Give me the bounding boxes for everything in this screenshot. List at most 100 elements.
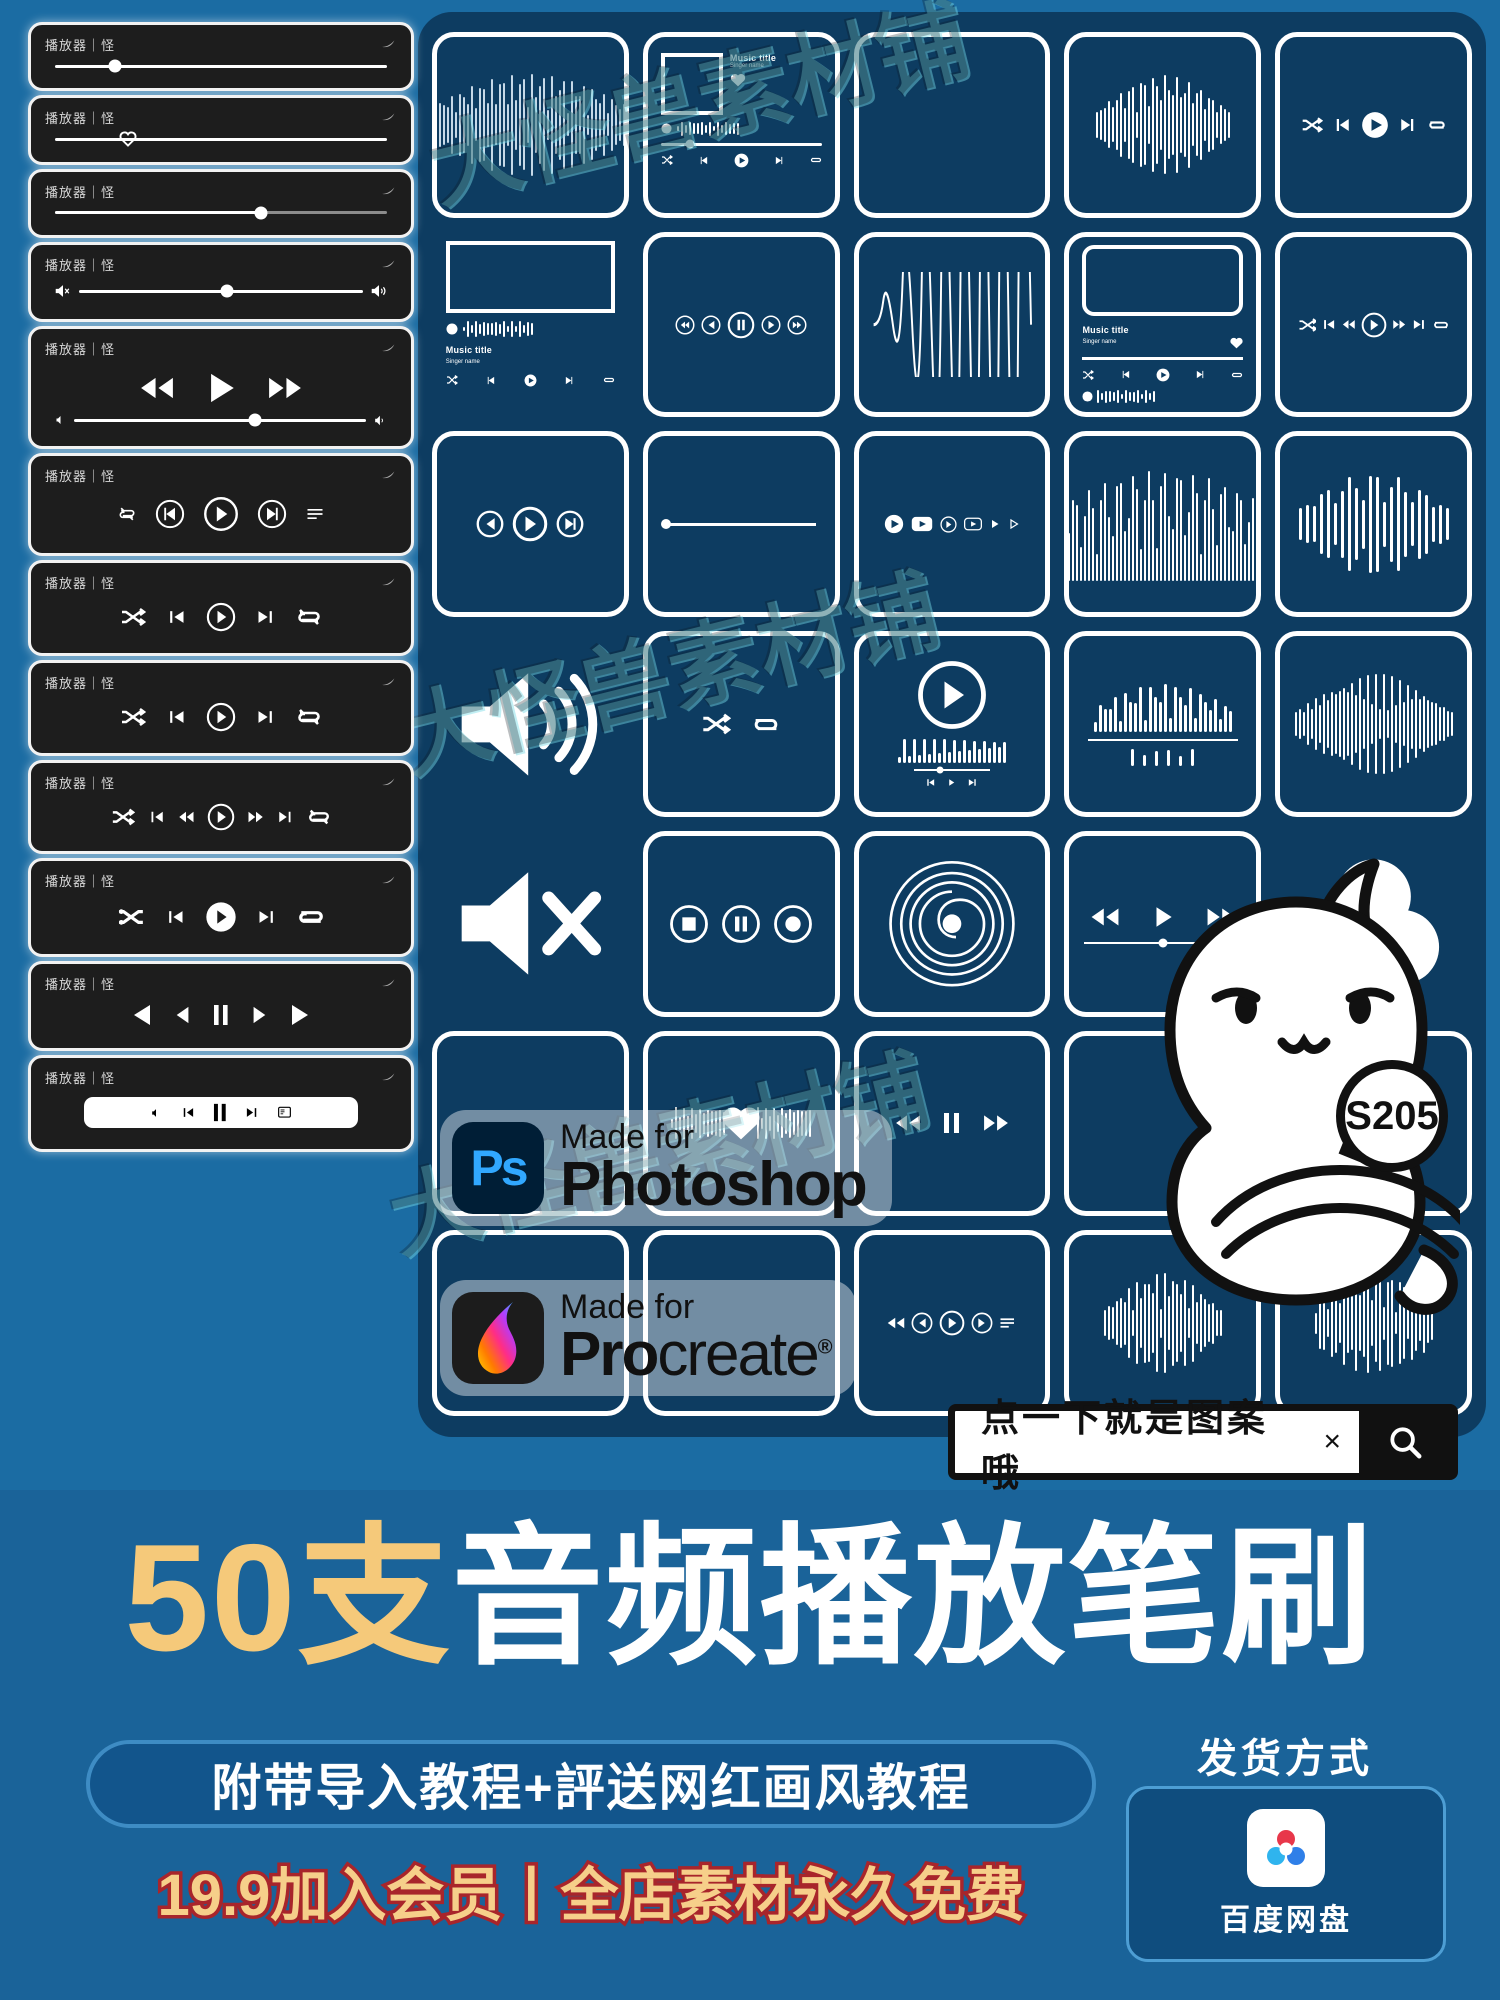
player-panel-circles[interactable]: 播放器｜怪 — [28, 453, 414, 556]
made-for-label: Made for — [560, 1288, 695, 1326]
play-circle-icon[interactable] — [205, 901, 237, 933]
playlist-icon[interactable] — [305, 504, 325, 524]
card-speaker-mute — [432, 831, 629, 1017]
rewind-icon[interactable] — [177, 808, 195, 826]
card-transport-circles-2 — [432, 431, 629, 618]
prev-circle-icon[interactable] — [155, 499, 185, 529]
note-icon — [381, 344, 395, 352]
play-circle-icon[interactable] — [206, 702, 236, 732]
mascot-speech-bubble: S205 — [1336, 1060, 1448, 1172]
next-icon[interactable] — [257, 907, 277, 927]
transport-controls[interactable] — [45, 602, 397, 632]
search-button[interactable] — [1359, 1411, 1451, 1473]
next-icon[interactable] — [245, 1105, 260, 1120]
prev-icon[interactable] — [165, 907, 185, 927]
player-panel-triangles[interactable]: 播放器｜怪 — [28, 960, 414, 1051]
next-icon — [566, 376, 573, 385]
prev-triangle-icon[interactable] — [131, 1003, 153, 1027]
player-panel-transport[interactable]: 播放器｜怪 — [28, 326, 414, 450]
next-triangle-icon[interactable] — [289, 1003, 311, 1027]
prev-icon[interactable] — [147, 808, 165, 826]
player-panel-full[interactable]: 播放器｜怪 — [28, 760, 414, 855]
shuffle-icon[interactable] — [117, 907, 145, 927]
transport-controls[interactable] — [45, 803, 397, 831]
prev-icon[interactable] — [166, 707, 186, 727]
next-icon[interactable] — [277, 808, 295, 826]
music-title: Music title — [1082, 324, 1129, 335]
player-panel-shuffle-2[interactable]: 播放器｜怪 — [28, 659, 414, 756]
volume-slider[interactable] — [45, 413, 397, 427]
repeat-icon — [1428, 121, 1445, 129]
transport-pill[interactable] — [83, 1097, 359, 1129]
play-circle-icon — [513, 507, 548, 542]
play-outline-icon — [1010, 519, 1019, 530]
play-circle-icon — [1156, 368, 1170, 382]
volume-slider[interactable] — [45, 284, 397, 298]
play-circle-icon[interactable] — [206, 602, 236, 632]
rewind-icon[interactable] — [136, 375, 178, 401]
player-panel-volume[interactable]: 播放器｜怪 — [28, 241, 414, 322]
search-icon — [1390, 1427, 1422, 1459]
pause-icon[interactable] — [213, 1103, 227, 1122]
play-circle-icon — [1361, 112, 1388, 138]
rewind-triangle-icon[interactable] — [175, 1006, 191, 1024]
progress-slider[interactable] — [45, 206, 397, 220]
card-record-play — [853, 631, 1051, 817]
next-icon[interactable] — [256, 707, 276, 727]
player-panel-filled[interactable]: 播放器｜怪 — [28, 858, 414, 957]
repeat-icon[interactable] — [307, 808, 331, 826]
transport-controls[interactable] — [45, 901, 397, 933]
player-label: 播放器｜怪 — [45, 874, 116, 890]
card-transport-circles — [642, 231, 840, 418]
note-icon — [381, 778, 395, 786]
shuffle-icon[interactable] — [120, 607, 146, 627]
player-panel-shuffle[interactable]: 播放器｜怪 — [28, 559, 414, 656]
prev-icon[interactable] — [180, 1105, 195, 1120]
forward-triangle-icon[interactable] — [251, 1006, 267, 1024]
repeat-icon[interactable] — [296, 707, 322, 727]
heart-icon — [119, 131, 137, 148]
forward-icon[interactable] — [264, 375, 306, 401]
shuffle-icon[interactable] — [111, 808, 135, 826]
transport-controls[interactable] — [45, 369, 397, 407]
player-panel-slider-heart[interactable]: 播放器｜怪 — [28, 95, 414, 165]
play-icon[interactable] — [204, 369, 238, 407]
delivery-box[interactable]: 百度网盘 — [1126, 1786, 1446, 1962]
screen-icon[interactable] — [278, 1106, 292, 1119]
player-panel-pill[interactable]: 播放器｜怪 — [28, 1054, 414, 1152]
repeat-icon — [1232, 372, 1243, 377]
search-input[interactable]: 点一下就是图案哦 — [955, 1387, 1305, 1497]
pause-icon[interactable] — [213, 1004, 229, 1026]
speaker-on-icon — [371, 285, 386, 298]
progress-slider-heart[interactable] — [45, 131, 397, 148]
transport-controls[interactable] — [45, 496, 397, 532]
transport-controls[interactable] — [45, 702, 397, 732]
player-label: 播放器｜怪 — [45, 1070, 116, 1086]
next-circle-icon[interactable] — [257, 499, 287, 529]
player-label: 播放器｜怪 — [45, 976, 116, 992]
shuffle-icon[interactable] — [120, 707, 146, 727]
repeat-icon[interactable] — [117, 504, 137, 524]
search-bar[interactable]: 点一下就是图案哦 × — [948, 1398, 1458, 1495]
progress-slider[interactable] — [45, 59, 397, 73]
player-label: 播放器｜怪 — [45, 469, 116, 485]
player-panel-slider-2[interactable]: 播放器｜怪 — [28, 168, 414, 238]
play-circle-icon[interactable] — [207, 803, 235, 831]
next-circle-icon — [971, 1312, 993, 1334]
play-circle-icon[interactable] — [203, 496, 239, 532]
page-title: 50支音频播放笔刷 — [0, 1522, 1500, 1674]
pause-circle-icon — [727, 311, 755, 338]
repeat-icon[interactable] — [296, 607, 322, 627]
prev-circle-icon — [911, 1312, 933, 1334]
forward-icon — [1392, 320, 1405, 329]
speaker-low-icon[interactable] — [150, 1108, 162, 1118]
player-panel-slider[interactable]: 播放器｜怪 — [28, 22, 414, 92]
clear-icon[interactable]: × — [1305, 1425, 1359, 1459]
rewind-icon — [887, 1317, 905, 1329]
next-icon[interactable] — [256, 607, 276, 627]
repeat-icon[interactable] — [297, 907, 325, 927]
forward-icon[interactable] — [247, 808, 265, 826]
prev-icon[interactable] — [166, 607, 186, 627]
shuffle-icon — [661, 155, 673, 166]
transport-controls[interactable] — [45, 1003, 397, 1027]
